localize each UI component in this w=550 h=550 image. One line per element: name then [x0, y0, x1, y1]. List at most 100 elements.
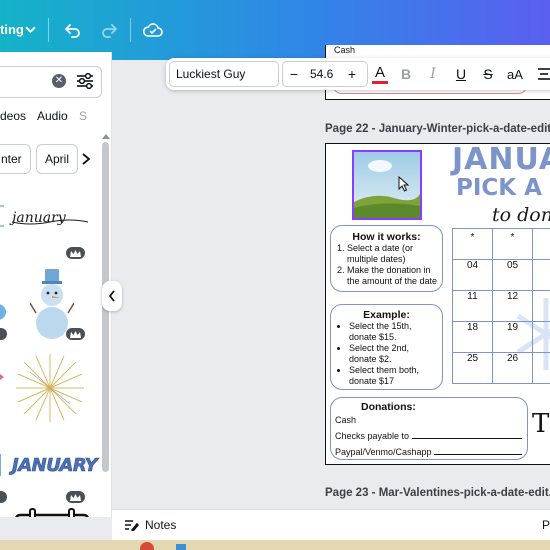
date-cell[interactable]: 04	[452, 259, 493, 291]
title-to-donate[interactable]: to dona	[492, 204, 550, 226]
text-color-icon: A	[374, 63, 385, 81]
collapse-panel-button[interactable]	[102, 281, 122, 311]
notes-icon	[125, 520, 139, 531]
chevron-left-icon	[108, 290, 115, 302]
how-step: Select a date (or multiple dates)	[347, 243, 438, 265]
thank-you-script[interactable]: T	[532, 409, 549, 439]
toolbar-divider	[48, 18, 49, 42]
chevron-right-icon[interactable]	[80, 152, 92, 166]
bottom-bar: Notes Pa	[112, 509, 550, 540]
how-it-works-title: How it works:	[352, 231, 421, 243]
how-it-works-box[interactable]: How it works: Select a date (or multiple…	[330, 225, 443, 292]
asset-flourish	[11, 219, 89, 225]
notes-label: Notes	[145, 518, 177, 532]
calendar-asset[interactable]	[14, 507, 90, 517]
date-cell[interactable]: 11	[452, 290, 493, 322]
redo-button[interactable]	[96, 17, 122, 43]
align-center-icon	[538, 68, 550, 80]
prev-cash-label: Cash	[334, 45, 356, 55]
example-item: Select the 2nd, donate $2.	[349, 343, 438, 365]
undo-icon	[64, 24, 80, 38]
date-cell[interactable]	[532, 228, 550, 260]
date-cell[interactable]	[532, 290, 550, 322]
example-item: Select them both, donate $17	[349, 365, 438, 387]
strikethrough-button[interactable]: S	[478, 64, 498, 84]
clear-search-icon[interactable]: ✕	[52, 74, 66, 88]
italic-button[interactable]: I	[423, 64, 443, 84]
tab-more[interactable]: S	[79, 109, 87, 123]
chip-april[interactable]: April	[36, 144, 79, 174]
scroll-up-arrow[interactable]	[102, 134, 110, 139]
example-title: Example:	[363, 309, 410, 321]
design-page-22[interactable]: JANUAR PICK A D to dona How it works: Se…	[325, 143, 550, 465]
premium-crown-icon	[66, 491, 85, 503]
font-family-dropdown[interactable]: Luckiest Guy	[169, 61, 279, 87]
bold-button[interactable]: B	[396, 64, 416, 84]
editing-mode-label[interactable]: ting	[0, 22, 24, 37]
cloud-check-icon	[143, 23, 163, 37]
date-cell[interactable]: *	[492, 228, 533, 260]
premium-crown-icon	[0, 491, 7, 503]
confetti-asset[interactable]	[0, 367, 6, 387]
redo-icon	[102, 24, 118, 38]
date-cell[interactable]	[532, 259, 550, 291]
example-list: Select the 15th, donate $15. Select the …	[335, 321, 438, 387]
premium-crown-icon	[66, 328, 85, 340]
os-taskbar	[0, 540, 550, 550]
title-pick-a-date[interactable]: PICK A D	[456, 175, 550, 201]
font-size-input[interactable]: 54.6	[310, 67, 333, 81]
landscape-image	[354, 152, 420, 218]
toolbar-divider	[130, 18, 131, 42]
title-january[interactable]: JANUAR	[452, 144, 550, 177]
snowflake-asset[interactable]	[0, 292, 6, 332]
snowflake-asset[interactable]	[0, 452, 6, 478]
donations-box[interactable]: Donations: Cash Checks payable to Paypal…	[330, 397, 528, 460]
tab-videos[interactable]: deos	[0, 109, 26, 123]
notes-button[interactable]: Notes	[124, 518, 176, 532]
premium-crown-icon	[66, 247, 85, 259]
date-cell[interactable]: *	[452, 228, 493, 260]
snowflake-asset[interactable]	[0, 192, 6, 242]
example-item: Select the 15th, donate $15.	[349, 321, 438, 343]
undo-button[interactable]	[60, 17, 86, 43]
cloud-save-button[interactable]	[140, 17, 166, 43]
date-cell[interactable]: 12	[492, 290, 533, 322]
firework-asset[interactable]	[12, 352, 88, 424]
example-box[interactable]: Example: Select the 15th, donate $15. Se…	[330, 304, 443, 390]
donation-apps-line	[434, 447, 523, 455]
tab-audio[interactable]: Audio	[37, 109, 68, 123]
left-side-panel: ✕ deos Audio S nter April january JANUAR…	[0, 52, 112, 517]
page-label-23[interactable]: Page 23 - Mar-Valentines-pick-a-date-edi…	[325, 487, 550, 499]
donation-apps: Paypal/Venmo/Cashapp	[335, 447, 432, 457]
page-label-22[interactable]: Page 22 - January-Winter-pick-a-date-edi…	[325, 123, 550, 135]
date-cell[interactable]: 19	[492, 321, 533, 353]
taskbar-app-icon[interactable]	[176, 544, 186, 550]
donations-title: Donations:	[361, 401, 416, 413]
how-step: Make the donation in the amount of the d…	[347, 265, 438, 287]
date-cell[interactable]: 26	[492, 352, 533, 384]
date-cell[interactable]	[532, 321, 550, 353]
date-cell[interactable]: 05	[492, 259, 533, 291]
date-cell[interactable]: 25	[452, 352, 493, 384]
asset-january-bold[interactable]: JANUARY	[12, 455, 98, 477]
filter-icon[interactable]	[74, 70, 96, 92]
mouse-cursor-icon	[398, 176, 410, 192]
font-size-decrease-button[interactable]: −	[285, 64, 303, 84]
letter-case-button[interactable]: aA	[505, 64, 525, 84]
underline-button[interactable]: U	[451, 64, 471, 84]
page-count-label[interactable]: Pa	[542, 518, 550, 532]
date-cell[interactable]	[532, 352, 550, 384]
text-color-swatch	[372, 80, 388, 84]
taskbar-app-icon[interactable]	[140, 542, 154, 550]
how-it-works-steps: Select a date (or multiple dates) Make t…	[335, 243, 438, 287]
premium-crown-icon	[0, 328, 7, 340]
align-button[interactable]	[534, 64, 550, 84]
donation-checks: Checks payable to	[335, 431, 410, 441]
date-cell[interactable]: 18	[452, 321, 493, 353]
chip-winter[interactable]: nter	[0, 144, 31, 174]
text-toolbar: Luckiest Guy − 54.6 + A B I U S aA	[166, 58, 550, 90]
font-size-increase-button[interactable]: +	[343, 64, 361, 84]
winter-photo-frame[interactable]	[352, 150, 422, 220]
chevron-down-icon[interactable]	[25, 24, 36, 35]
text-color-button[interactable]: A	[370, 64, 390, 84]
